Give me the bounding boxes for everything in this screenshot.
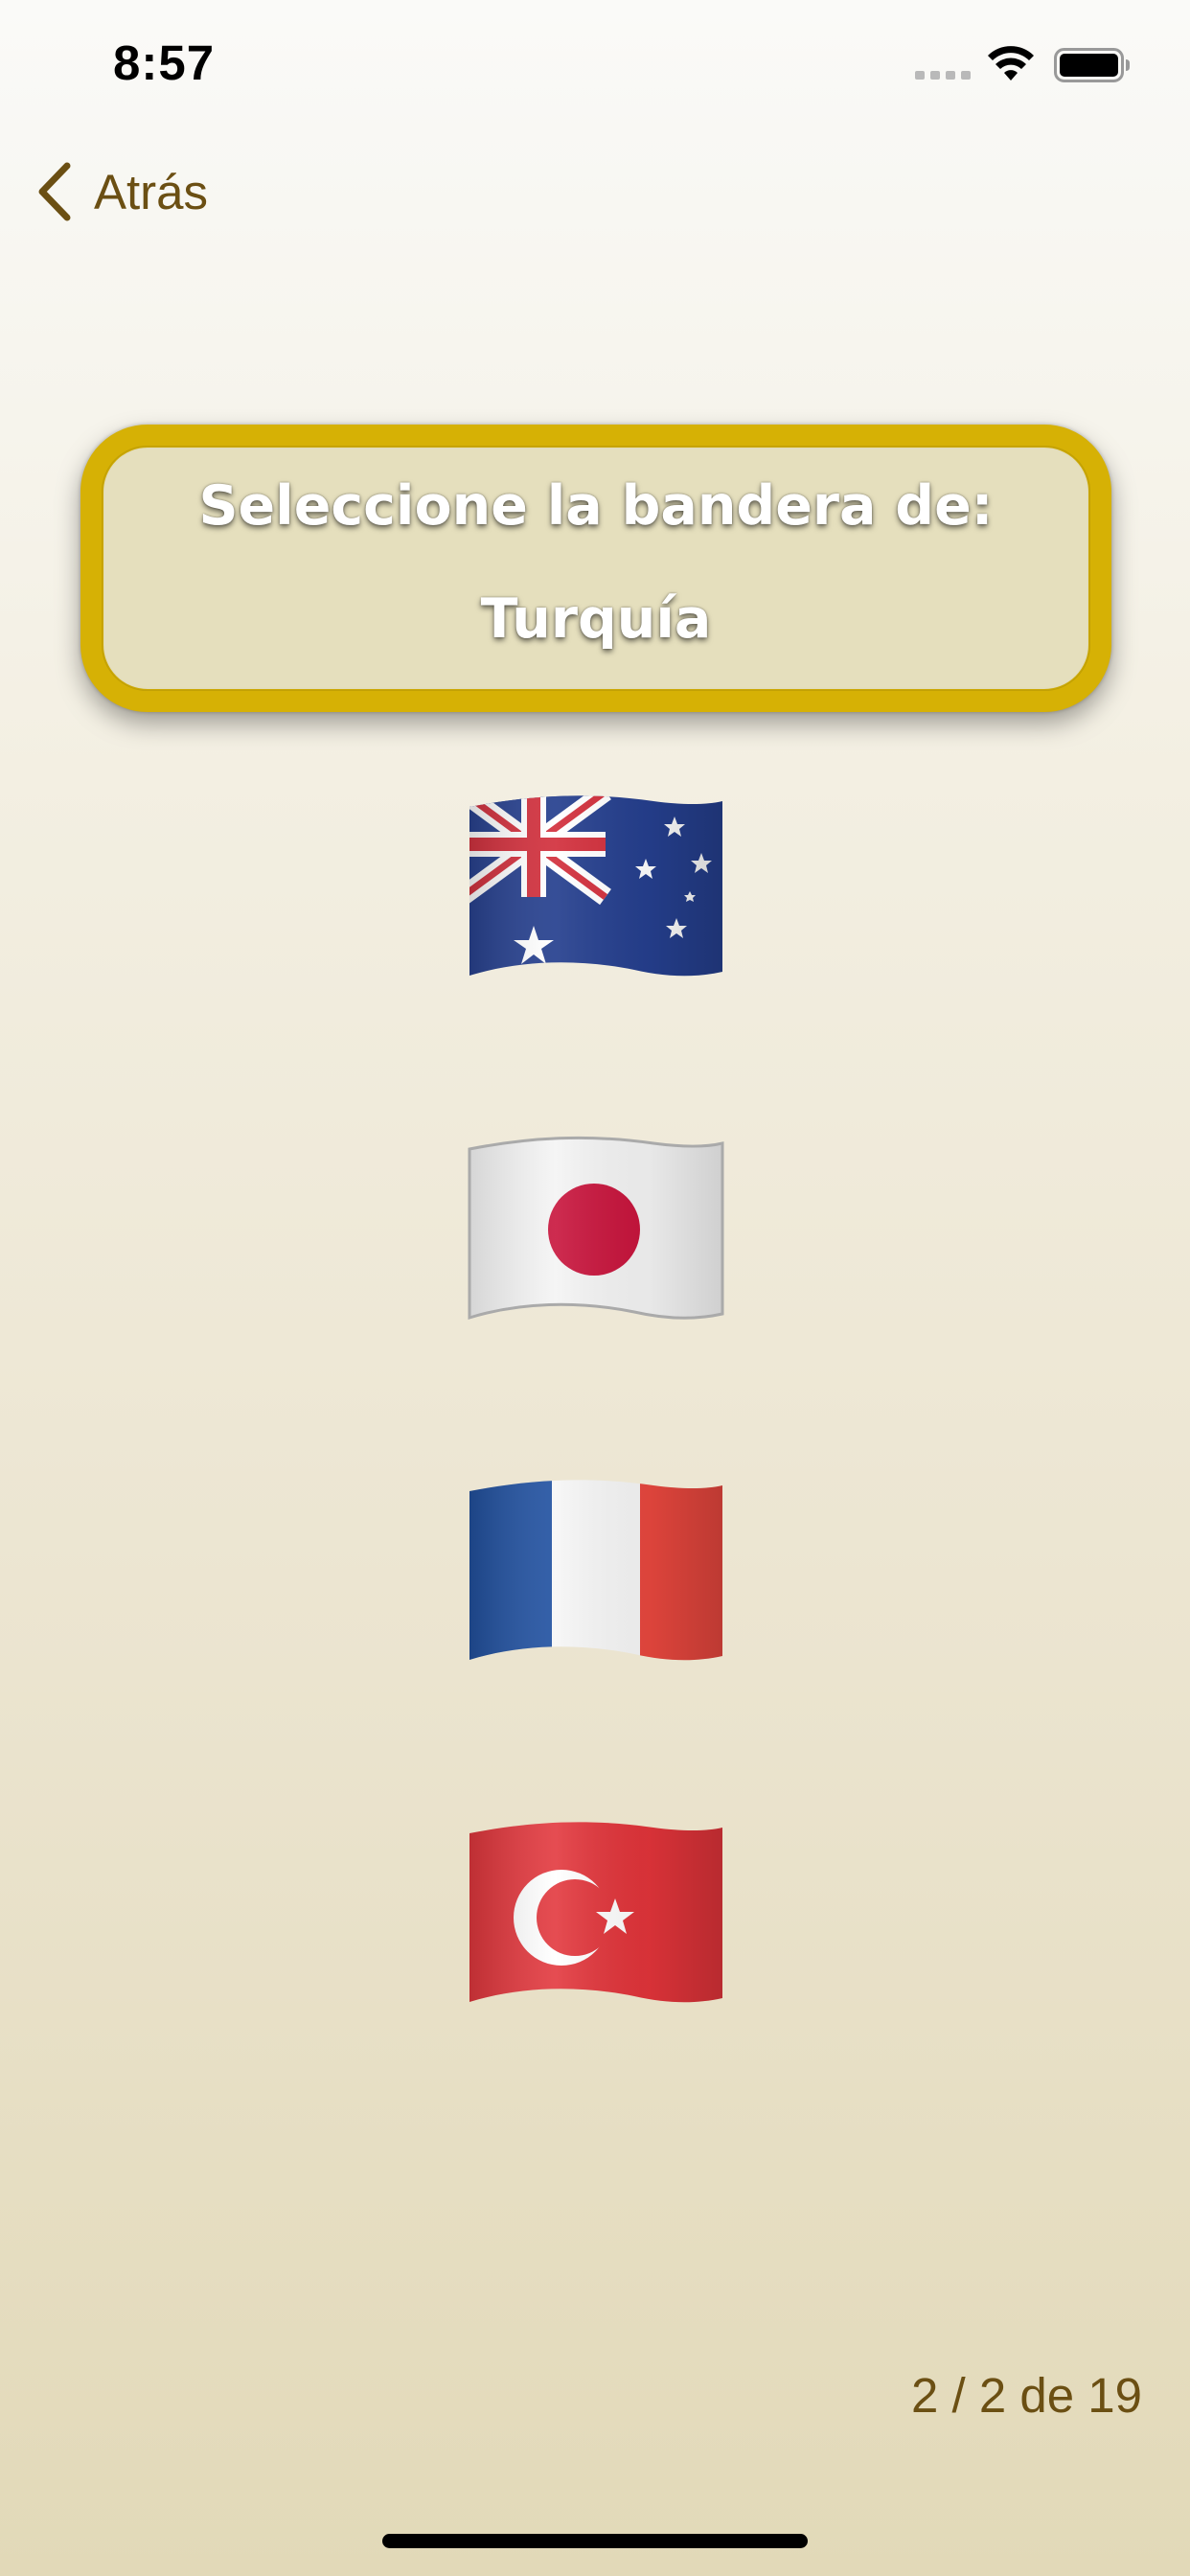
flag-option-japan[interactable] [462,1134,730,1325]
australia-flag-icon [469,795,722,977]
progress-counter: 2 / 2 de 19 [910,2368,1142,2423]
question-card: Seleccione la bandera de: Turquía [80,425,1111,712]
france-flag-icon [469,1480,722,1661]
question-country: Turquía [480,587,712,651]
back-label: Atrás [94,164,209,219]
status-time: 8:57 [113,35,216,90]
status-bar: 8:57 [0,0,1190,129]
home-indicator[interactable] [382,2534,808,2548]
back-button[interactable]: Atrás [34,153,208,230]
chevron-left-icon [38,162,71,221]
signal-icon [915,71,971,80]
question-prompt: Seleccione la bandera de: [198,474,994,538]
flag-option-france[interactable] [462,1476,730,1668]
battery-icon [1054,48,1130,82]
flag-option-australia[interactable] [462,792,730,983]
wifi-icon [988,46,1034,80]
turkey-flag-icon [469,1822,722,2003]
flag-option-turkey[interactable] [462,1818,730,2010]
japan-flag-icon [468,1136,724,1321]
